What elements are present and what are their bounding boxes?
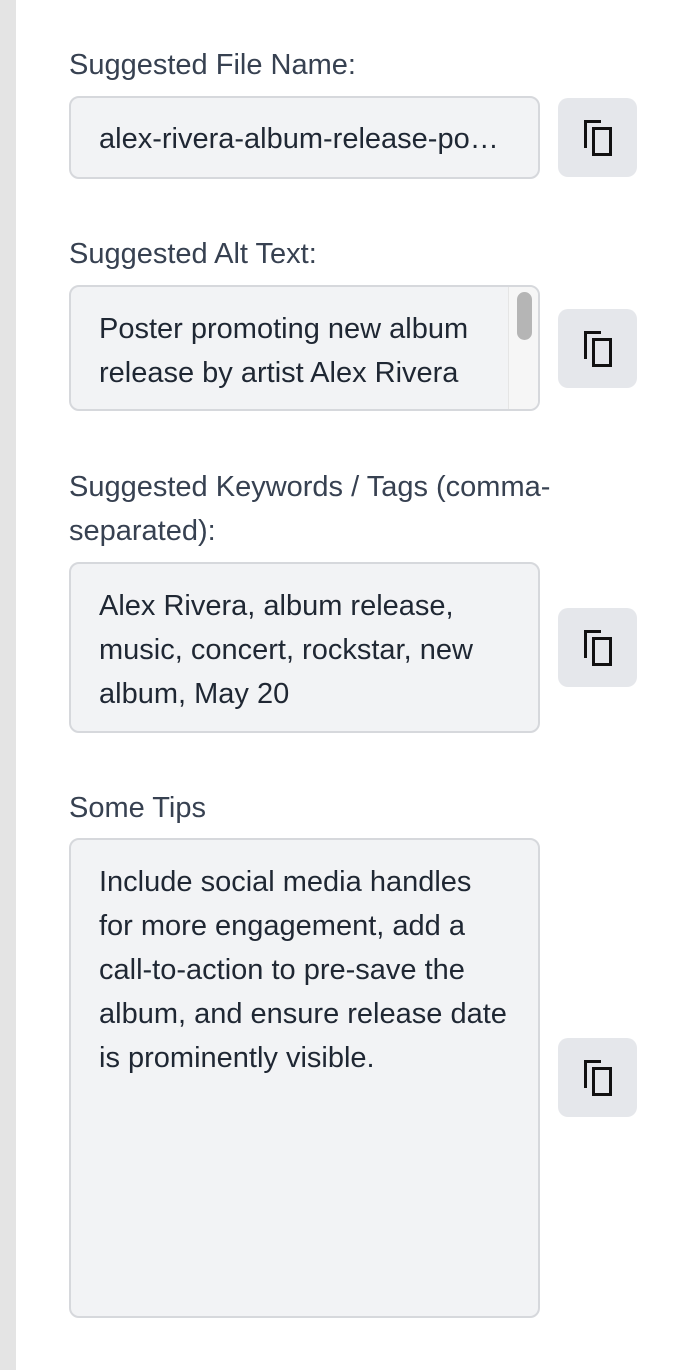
copy-icon xyxy=(583,1059,612,1096)
file-name-field[interactable]: alex-rivera-album-release-poster xyxy=(69,96,540,179)
copy-tips-button[interactable] xyxy=(558,1038,637,1117)
tips-field[interactable]: Include social media handles for more en… xyxy=(69,838,540,1318)
copy-icon xyxy=(583,330,612,367)
copy-icon xyxy=(583,629,612,666)
tips-label: Some Tips xyxy=(69,792,206,824)
alt-text-field[interactable]: Poster promoting new album release by ar… xyxy=(69,285,540,411)
copy-file-name-button[interactable] xyxy=(558,98,637,177)
file-name-label: Suggested File Name: xyxy=(69,49,356,81)
copy-keywords-button[interactable] xyxy=(558,608,637,687)
keywords-label: Suggested Keywords / Tags (comma-separat… xyxy=(69,471,551,547)
alt-text-value: Poster promoting new album release by ar… xyxy=(99,313,469,389)
alt-text-label: Suggested Alt Text: xyxy=(69,238,317,270)
scrollbar-thumb[interactable] xyxy=(517,292,532,340)
keywords-field[interactable]: Alex Rivera, album release, music, conce… xyxy=(69,562,540,733)
copy-alt-text-button[interactable] xyxy=(558,309,637,388)
alt-text-scrollbar[interactable] xyxy=(508,287,538,409)
copy-icon xyxy=(583,119,612,156)
